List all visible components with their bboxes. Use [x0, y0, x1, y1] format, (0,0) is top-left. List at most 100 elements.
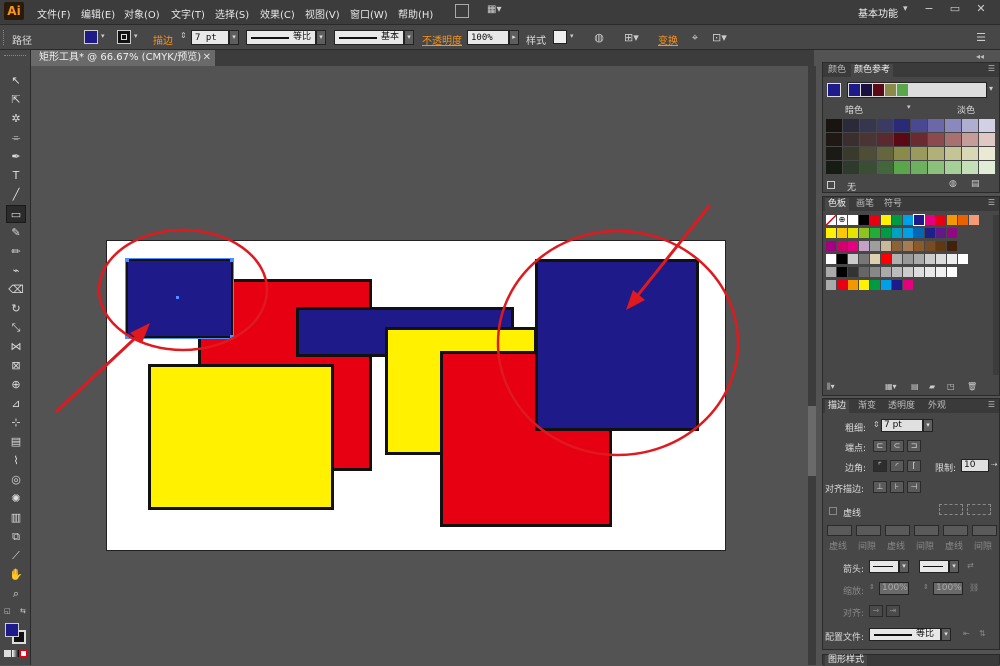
align-inside-icon[interactable]: ⊦ [890, 481, 904, 493]
profile-select-dropdown[interactable]: ▾ [941, 628, 951, 641]
swatch[interactable] [881, 215, 891, 225]
swatch[interactable] [947, 215, 957, 225]
gap-2-input[interactable] [914, 525, 939, 536]
swatch[interactable] [837, 241, 847, 251]
fill-color-swatch[interactable] [84, 30, 98, 44]
start-arrowhead-dropdown[interactable]: ▾ [899, 560, 909, 573]
align-outside-icon[interactable]: ⊣ [907, 481, 921, 493]
vertical-scrollbar[interactable] [808, 66, 816, 665]
swatch[interactable] [914, 254, 924, 264]
color-guide-swatch[interactable] [911, 133, 927, 146]
stroke-panel-menu-icon[interactable]: ☰ [988, 400, 995, 409]
color-guide-swatch[interactable] [928, 161, 944, 174]
lasso-tool-icon[interactable]: ⌯ [6, 129, 26, 147]
swatch[interactable] [913, 214, 925, 226]
swatch[interactable] [870, 280, 880, 290]
color-guide-swatch[interactable] [911, 161, 927, 174]
swatch-libraries-menu-icon[interactable]: ⫼▾ [827, 382, 835, 392]
swatch[interactable] [936, 228, 946, 238]
tab-brushes[interactable]: 画笔 [853, 198, 877, 211]
menu-window[interactable]: 窗口(W) [350, 6, 388, 21]
color-mode-icon[interactable] [4, 650, 11, 657]
color-guide-swatch[interactable] [860, 147, 876, 160]
color-guide-swatch[interactable] [979, 147, 995, 160]
flip-along-icon[interactable]: ⇤ [963, 629, 970, 638]
swatch[interactable] [925, 241, 935, 251]
swatch[interactable] [914, 267, 924, 277]
link-scale-icon[interactable]: ⛓ [969, 583, 979, 592]
harmony-rules-bar[interactable] [847, 82, 987, 98]
gradient-tool-icon[interactable]: ▤ [6, 433, 26, 451]
harmony-dropdown-icon[interactable]: ▾ [989, 84, 993, 93]
brush-dropdown[interactable]: ▾ [404, 30, 414, 45]
color-guide-swatch[interactable] [843, 119, 859, 132]
swatch[interactable] [914, 228, 924, 238]
swatches-scrollbar[interactable] [993, 215, 999, 375]
align-center-icon[interactable]: ⊥ [873, 481, 887, 493]
swatch[interactable] [936, 267, 946, 277]
start-arrowhead-select[interactable] [869, 560, 899, 573]
anchor-point[interactable] [125, 335, 129, 339]
color-guide-swatch[interactable] [911, 119, 927, 132]
yellow-rectangle-left[interactable] [148, 364, 334, 510]
swatch[interactable] [848, 280, 858, 290]
swatch[interactable] [892, 280, 902, 290]
style-dropdown-icon[interactable]: ▾ [570, 32, 574, 40]
swatch[interactable] [837, 228, 847, 238]
swatch[interactable] [837, 280, 847, 290]
graphic-style-swatch[interactable] [553, 30, 567, 44]
color-guide-swatch[interactable] [911, 147, 927, 160]
color-guide-swatch[interactable] [860, 161, 876, 174]
opacity-input[interactable]: 100% [467, 30, 509, 45]
swatch[interactable] [947, 254, 957, 264]
color-guide-swatch[interactable] [877, 119, 893, 132]
selection-tool-icon[interactable]: ↖ [6, 72, 26, 90]
anchor-point[interactable] [230, 258, 234, 262]
preserve-dashes-icon[interactable] [939, 504, 963, 515]
color-guide-swatch[interactable] [894, 161, 910, 174]
swatch[interactable] [870, 254, 880, 264]
menu-file[interactable]: 文件(F) [37, 6, 71, 21]
swatch[interactable] [903, 241, 913, 251]
color-guide-swatch[interactable] [894, 133, 910, 146]
select-similar-icon[interactable]: ⊡▾ [712, 31, 727, 45]
round-join-icon[interactable]: ◜ [890, 460, 904, 472]
mesh-tool-icon[interactable]: ⊹ [6, 414, 26, 432]
swatch[interactable] [848, 241, 858, 251]
menu-type[interactable]: 文字(T) [171, 6, 205, 21]
perspective-grid-tool-icon[interactable]: ⊿ [6, 395, 26, 413]
swatch[interactable] [859, 267, 869, 277]
tab-stroke[interactable]: 描边 [825, 400, 850, 413]
color-guide-swatch[interactable] [877, 133, 893, 146]
arrow-tip-end-icon[interactable]: ⇥ [886, 605, 900, 617]
color-guide-swatch[interactable] [979, 161, 995, 174]
column-graph-tool-icon[interactable]: ▥ [6, 509, 26, 527]
menu-edit[interactable]: 编辑(E) [81, 6, 115, 21]
swatch[interactable] [947, 241, 957, 251]
swatch-libraries-icon[interactable] [827, 181, 835, 189]
arrow-tip-beyond-icon[interactable]: → [869, 605, 883, 617]
swatch[interactable] [848, 254, 858, 264]
isolate-icon[interactable]: ⌖ [688, 31, 702, 45]
tab-swatches[interactable]: 色板 [825, 198, 850, 211]
color-guide-swatch[interactable] [826, 133, 842, 146]
new-swatch-icon[interactable]: ◳ [947, 382, 955, 391]
color-guide-swatch[interactable] [979, 133, 995, 146]
base-color-swatch[interactable] [827, 83, 841, 97]
color-guide-swatch[interactable] [826, 147, 842, 160]
align-dashes-icon[interactable] [967, 504, 991, 515]
symbol-sprayer-tool-icon[interactable]: ✺ [6, 490, 26, 508]
color-guide-swatch[interactable] [928, 119, 944, 132]
swatch[interactable] [903, 228, 913, 238]
fill-indicator[interactable] [5, 623, 19, 637]
color-guide-swatch[interactable] [843, 133, 859, 146]
save-group-icon[interactable]: ▤ [971, 179, 980, 189]
document-tab[interactable]: 矩形工具* @ 66.67% (CMYK/预览) ✕ [31, 50, 215, 66]
weight-stepper-icon[interactable]: ⇕ [873, 420, 880, 429]
swatch[interactable] [903, 267, 913, 277]
swatch[interactable] [848, 267, 858, 277]
shape-builder-tool-icon[interactable]: ⊕ [6, 376, 26, 394]
pencil-tool-icon[interactable]: ✏ [6, 243, 26, 261]
profile-dropdown[interactable]: ▾ [316, 30, 326, 45]
menu-object[interactable]: 对象(O) [124, 6, 160, 21]
